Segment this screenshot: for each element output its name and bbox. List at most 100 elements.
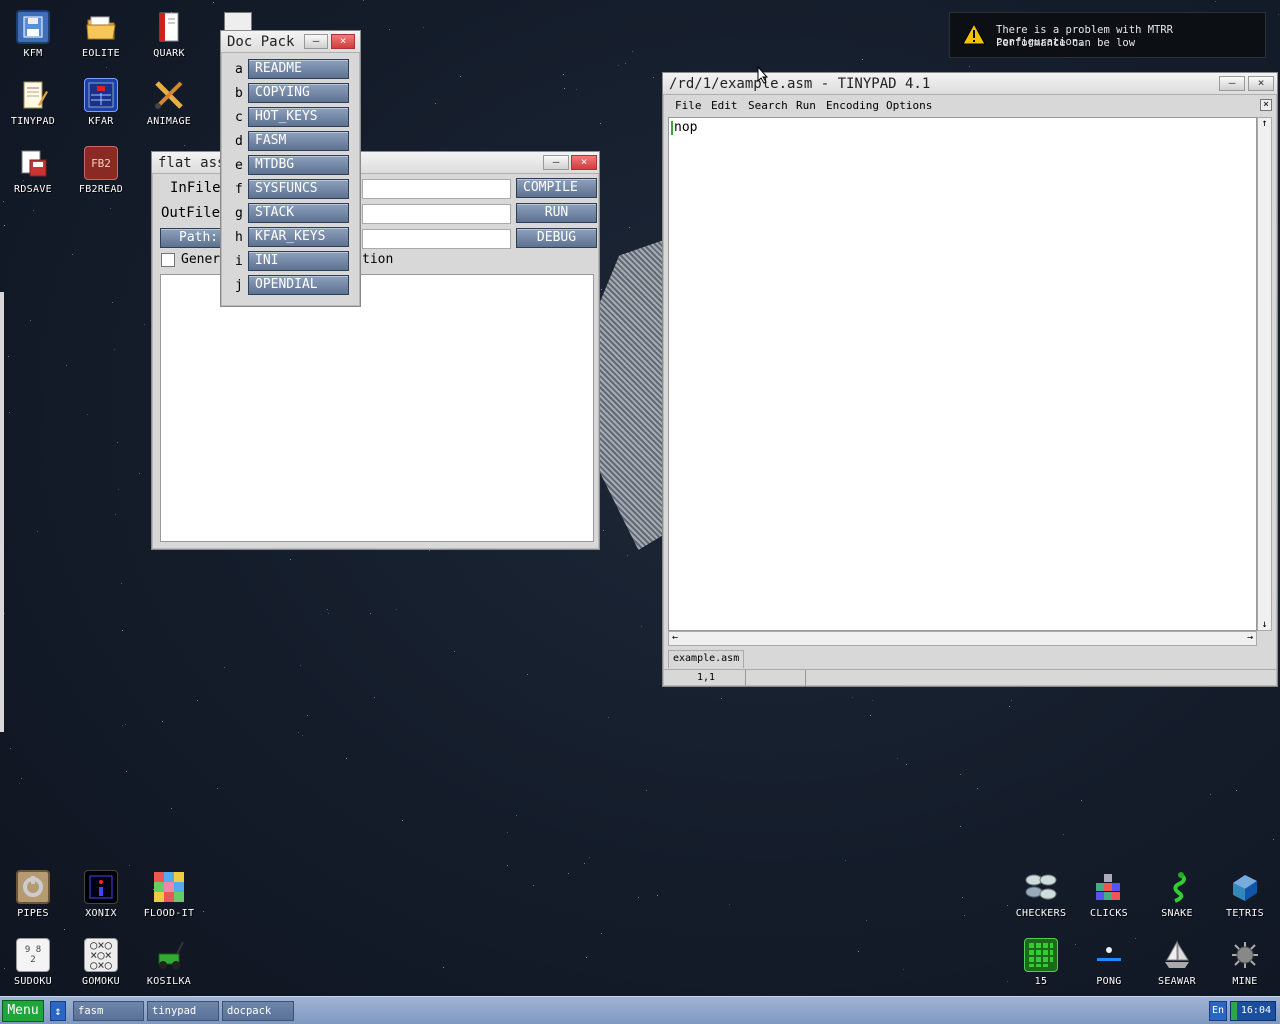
- path-field[interactable]: [362, 229, 511, 249]
- horizontal-scrollbar[interactable]: ← →: [668, 631, 1257, 646]
- tinypad-titlebar[interactable]: /rd/1/example.asm - TINYPAD 4.1 – ×: [663, 73, 1277, 95]
- docpack-key-label: d: [235, 134, 243, 149]
- desktop-icon-15[interactable]: 15: [1009, 938, 1073, 987]
- vertical-scrollbar[interactable]: ↑ ↓: [1257, 117, 1272, 631]
- compile-button[interactable]: COMPILE: [516, 178, 597, 198]
- notepad-icon: [16, 78, 50, 112]
- clock[interactable]: 16:04: [1230, 1001, 1276, 1021]
- desktop-icon-gomoku[interactable]: ○×○ ×○× ○×○ GOMOKU: [69, 938, 133, 987]
- docpack-item-readme[interactable]: README: [248, 59, 349, 79]
- star: [964, 915, 965, 916]
- desktop-icon-clicks[interactable]: CLICKS: [1077, 870, 1141, 919]
- run-button[interactable]: RUN: [516, 203, 597, 223]
- desktop-icon-rdsave[interactable]: RDSAVE: [1, 146, 65, 195]
- taskbar-item-docpack[interactable]: docpack: [222, 1001, 294, 1021]
- menu-edit[interactable]: Edit: [711, 99, 738, 112]
- desktop-icon-checkers[interactable]: CHECKERS: [1009, 870, 1073, 919]
- mtrr-warning-notification[interactable]: There is a problem with MTRR configurati…: [949, 12, 1266, 58]
- close-button[interactable]: ×: [571, 155, 597, 170]
- desktop-icon-snake[interactable]: SNAKE: [1145, 870, 1209, 919]
- menu-file[interactable]: File: [675, 99, 702, 112]
- fifteen-icon: [1024, 938, 1058, 972]
- desktop-icon-pong[interactable]: PONG: [1077, 938, 1141, 987]
- tinypad-window[interactable]: /rd/1/example.asm - TINYPAD 4.1 – × File…: [662, 72, 1278, 687]
- docpack-key-label: i: [235, 254, 243, 269]
- desktop-icon-eolite[interactable]: EOLITE: [69, 10, 133, 59]
- infile-field[interactable]: [362, 179, 511, 199]
- generate-checkbox[interactable]: [161, 253, 175, 267]
- desktop-icon-kfar[interactable]: KFAR: [69, 78, 133, 127]
- close-button[interactable]: ×: [331, 34, 355, 49]
- switch-arrows-icon[interactable]: ↕: [50, 1001, 66, 1021]
- star: [389, 29, 390, 30]
- desktop-icon-seawar[interactable]: SEAWAR: [1145, 938, 1209, 987]
- docpack-item-fasm[interactable]: FASM: [248, 131, 349, 151]
- docpack-item-hot-keys[interactable]: HOT_KEYS: [248, 107, 349, 127]
- desktop-icon-label: KFAR: [88, 116, 114, 127]
- editor-area[interactable]: nop: [668, 117, 1257, 631]
- star: [576, 89, 577, 90]
- menu-button[interactable]: Menu: [2, 1000, 44, 1022]
- docpack-titlebar[interactable]: Doc Pack – ×: [221, 31, 360, 53]
- docpack-item-kfar-keys[interactable]: KFAR_KEYS: [248, 227, 349, 247]
- docpack-item-ini[interactable]: INI: [248, 251, 349, 271]
- star: [618, 65, 619, 66]
- menu-encoding[interactable]: Encoding: [826, 99, 879, 112]
- star: [4, 225, 5, 226]
- desktop-icon-label: CLICKS: [1090, 908, 1128, 919]
- minimize-button[interactable]: –: [1219, 76, 1245, 91]
- minimize-button[interactable]: –: [543, 155, 569, 170]
- desktop-icon-label: MINE: [1232, 976, 1258, 987]
- desktop-icon-xonix[interactable]: XONIX: [69, 870, 133, 919]
- file-tab[interactable]: example.asm: [668, 650, 745, 668]
- desktop-icon-sudoku[interactable]: 9 82 SUDOKU: [1, 938, 65, 987]
- fasm-window[interactable]: flat ass – × InFile COMPILE OutFile RUN …: [151, 151, 600, 550]
- star: [290, 559, 291, 560]
- desktop-icon-tinypad[interactable]: TINYPAD: [1, 78, 65, 127]
- taskbar-item-fasm[interactable]: fasm: [73, 1001, 144, 1021]
- star: [625, 63, 626, 64]
- star: [10, 748, 11, 749]
- docpack-item-stack[interactable]: STACK: [248, 203, 349, 223]
- desktop-icon-mine[interactable]: MINE: [1213, 938, 1277, 987]
- desktop-icon-pipes[interactable]: PIPES: [1, 870, 65, 919]
- close-tab-icon[interactable]: ×: [1260, 99, 1272, 111]
- close-button[interactable]: ×: [1248, 76, 1274, 91]
- menu-run[interactable]: Run: [796, 99, 816, 112]
- docpack-item-opendial[interactable]: OPENDIAL: [248, 275, 349, 295]
- desktop-icon-animage[interactable]: ANIMAGE: [137, 78, 201, 127]
- calculator-icon[interactable]: [224, 12, 252, 32]
- star: [568, 873, 569, 874]
- star: [903, 969, 904, 970]
- scroll-up-icon[interactable]: ↑: [1258, 118, 1271, 129]
- outfile-field[interactable]: [362, 204, 511, 224]
- path-button[interactable]: Path:: [160, 228, 226, 248]
- desktop-icon-kfm[interactable]: KFM: [1, 10, 65, 59]
- desktop-icon-flood-it[interactable]: FLOOD-IT: [137, 870, 201, 919]
- menu-options[interactable]: Options: [886, 99, 932, 112]
- taskbar-item-tinypad[interactable]: tinypad: [147, 1001, 219, 1021]
- minimize-button[interactable]: –: [304, 34, 328, 49]
- scroll-right-icon[interactable]: →: [1247, 632, 1253, 643]
- docpack-key-label: j: [235, 278, 243, 293]
- scroll-left-icon[interactable]: ←: [672, 632, 678, 643]
- menu-search[interactable]: Search: [748, 99, 788, 112]
- docpack-item-copying[interactable]: COPYING: [248, 83, 349, 103]
- fasm-output-area[interactable]: [160, 274, 594, 542]
- star: [629, 227, 630, 228]
- desktop-icon-kosilka[interactable]: KOSILKA: [137, 938, 201, 987]
- docpack-window[interactable]: Doc Pack – × a README b COPYING c HOT_KEYS d FA…: [220, 30, 361, 307]
- language-indicator[interactable]: En: [1209, 1001, 1227, 1021]
- docpack-item-mtdbg[interactable]: MTDBG: [248, 155, 349, 175]
- desktop-icon-tetris[interactable]: TETRIS: [1213, 870, 1277, 919]
- desktop-icon-quark[interactable]: QUARK: [137, 10, 201, 59]
- star: [346, 758, 347, 759]
- star: [396, 609, 397, 610]
- star: [112, 302, 113, 303]
- debug-button[interactable]: DEBUG: [516, 228, 597, 248]
- scroll-down-icon[interactable]: ↓: [1258, 619, 1271, 630]
- desktop-icon-fb2read[interactable]: FB2 FB2READ: [69, 146, 133, 195]
- book-icon: [152, 10, 186, 44]
- star: [162, 721, 163, 722]
- docpack-item-sysfuncs[interactable]: SYSFUNCS: [248, 179, 349, 199]
